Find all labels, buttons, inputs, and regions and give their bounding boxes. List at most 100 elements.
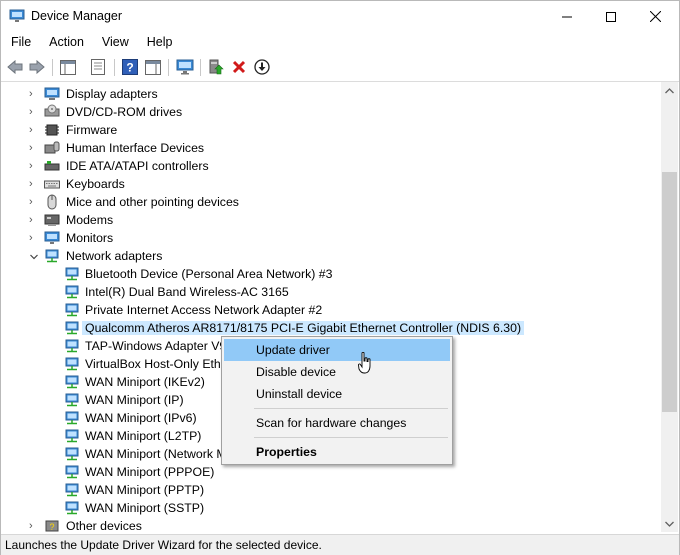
tree-category-modems[interactable]: › Modems [2, 211, 660, 229]
back-button[interactable] [6, 58, 24, 76]
minimize-icon [562, 16, 572, 17]
context-menu-separator [254, 437, 448, 438]
expand-chevron-icon[interactable]: › [29, 196, 39, 208]
toolbar-separator [114, 59, 115, 76]
network-adapter-icon [65, 483, 79, 497]
network-adapter-item[interactable]: WAN Miniport (SSTP) [2, 499, 660, 517]
tree-category-monitors[interactable]: › Monitors [2, 229, 660, 247]
maximize-button[interactable] [589, 1, 633, 32]
maximize-icon [606, 11, 616, 22]
device-manager-app-icon [9, 9, 25, 22]
network-adapter-icon [45, 249, 59, 263]
tree-category-network-adapters[interactable]: Network adapters [2, 247, 660, 265]
download-icon [254, 59, 270, 75]
network-adapter-icon [65, 447, 79, 461]
menu-file[interactable]: File [1, 32, 39, 53]
minimize-button[interactable] [545, 1, 589, 32]
vertical-scrollbar[interactable] [661, 82, 678, 532]
context-menu-properties[interactable]: Properties [224, 441, 450, 463]
tree-category-mice[interactable]: › Mice and other pointing devices [2, 193, 660, 211]
scroll-up-button[interactable] [661, 82, 678, 99]
network-adapter-item[interactable]: Qualcomm Atheros AR8171/8175 PCI-E Gigab… [2, 319, 660, 337]
network-adapter-item[interactable]: WAN Miniport (PPTP) [2, 481, 660, 499]
collapse-chevron-icon[interactable] [29, 251, 39, 263]
tree-category-dvd-drives[interactable]: › DVD/CD-ROM drives [2, 103, 660, 121]
expand-chevron-icon[interactable]: › [29, 214, 39, 226]
properties-button[interactable] [89, 58, 107, 76]
expand-chevron-icon[interactable]: › [29, 88, 39, 100]
close-icon [649, 11, 661, 22]
network-adapter-label: WAN Miniport (PPTP) [85, 483, 205, 497]
network-adapter-icon [65, 267, 79, 281]
context-menu-item-label: Scan for hardware changes [256, 416, 407, 430]
action-pane-icon [145, 59, 161, 75]
context-menu-uninstall-device[interactable]: Uninstall device [224, 383, 450, 405]
console-tree-icon [60, 59, 76, 75]
expand-chevron-icon[interactable]: › [29, 520, 39, 532]
svg-text:?: ? [126, 61, 133, 75]
expand-chevron-icon[interactable]: › [29, 142, 39, 154]
tree-category-label: Other devices [66, 519, 142, 532]
tree-category-other-devices[interactable]: › ? Other devices [2, 517, 660, 532]
help-icon: ? [122, 59, 138, 75]
context-menu-scan-hardware[interactable]: Scan for hardware changes [224, 412, 450, 434]
tree-category-label: Keyboards [66, 177, 125, 191]
menu-help[interactable]: Help [137, 32, 181, 53]
expand-chevron-icon[interactable]: › [29, 106, 39, 118]
network-adapter-label: Bluetooth Device (Personal Area Network)… [85, 267, 333, 281]
network-adapter-label: WAN Miniport (IKEv2) [85, 375, 205, 389]
update-driver-button[interactable] [207, 58, 225, 76]
network-adapter-label: Private Internet Access Network Adapter … [85, 303, 323, 317]
expand-chevron-icon[interactable]: › [29, 232, 39, 244]
window-title: Device Manager [31, 9, 123, 23]
network-adapter-item[interactable]: WAN Miniport (PPPOE) [2, 463, 660, 481]
network-adapter-item[interactable]: Intel(R) Dual Band Wireless-AC 3165 [2, 283, 660, 301]
tree-category-keyboards[interactable]: › Keyboards [2, 175, 660, 193]
scroll-down-arrow-icon [665, 521, 674, 527]
network-adapter-icon [65, 339, 79, 353]
other-devices-icon: ? [45, 520, 59, 532]
action-pane-button[interactable] [144, 58, 162, 76]
tree-category-display-adapters[interactable]: › Display adapters [2, 85, 660, 103]
show-hide-console-tree-button[interactable] [59, 58, 77, 76]
tree-category-label: Network adapters [66, 249, 163, 263]
tree-category-label: Mice and other pointing devices [66, 195, 239, 209]
tree-category-hid[interactable]: › Human Interface Devices [2, 139, 660, 157]
close-button[interactable] [633, 1, 677, 32]
tree-category-label: Display adapters [66, 87, 158, 101]
network-adapter-label: WAN Miniport (IPv6) [85, 411, 197, 425]
menu-view[interactable]: View [92, 32, 137, 53]
network-adapter-label: TAP-Windows Adapter V9 [85, 339, 227, 353]
context-menu-item-label: Uninstall device [256, 387, 343, 401]
network-adapter-icon [65, 501, 79, 515]
toolbar: ? [1, 54, 679, 82]
tree-category-ide-controllers[interactable]: › IDE ATA/ATAPI controllers [2, 157, 660, 175]
menu-action[interactable]: Action [39, 32, 92, 53]
title-bar[interactable]: Device Manager [1, 1, 679, 32]
network-adapter-item[interactable]: Bluetooth Device (Personal Area Network)… [2, 265, 660, 283]
uninstall-device-button[interactable] [230, 58, 248, 76]
expand-chevron-icon[interactable]: › [29, 178, 39, 190]
toolbar-separator [200, 59, 201, 76]
help-button[interactable]: ? [121, 58, 139, 76]
scroll-up-arrow-icon [665, 87, 674, 93]
network-adapter-label: WAN Miniport (Network M [85, 447, 227, 461]
network-adapter-label: WAN Miniport (PPPOE) [85, 465, 215, 479]
tree-category-label: Firmware [66, 123, 118, 137]
disable-device-button[interactable] [253, 58, 271, 76]
modem-icon [44, 214, 60, 226]
scroll-thumb[interactable] [662, 172, 677, 412]
expand-chevron-icon[interactable]: › [29, 124, 39, 136]
expand-chevron-icon[interactable]: › [29, 160, 39, 172]
network-adapter-icon [65, 411, 79, 425]
update-driver-icon [209, 59, 224, 75]
scroll-down-button[interactable] [661, 515, 678, 532]
tree-category-firmware[interactable]: › Firmware [2, 121, 660, 139]
ide-controller-icon [44, 161, 60, 171]
forward-button[interactable] [28, 58, 46, 76]
context-menu-disable-device[interactable]: Disable device [224, 361, 450, 383]
context-menu-separator [254, 408, 448, 409]
scan-hardware-button[interactable] [176, 58, 194, 76]
context-menu-update-driver[interactable]: Update driver [224, 339, 450, 361]
network-adapter-item[interactable]: Private Internet Access Network Adapter … [2, 301, 660, 319]
